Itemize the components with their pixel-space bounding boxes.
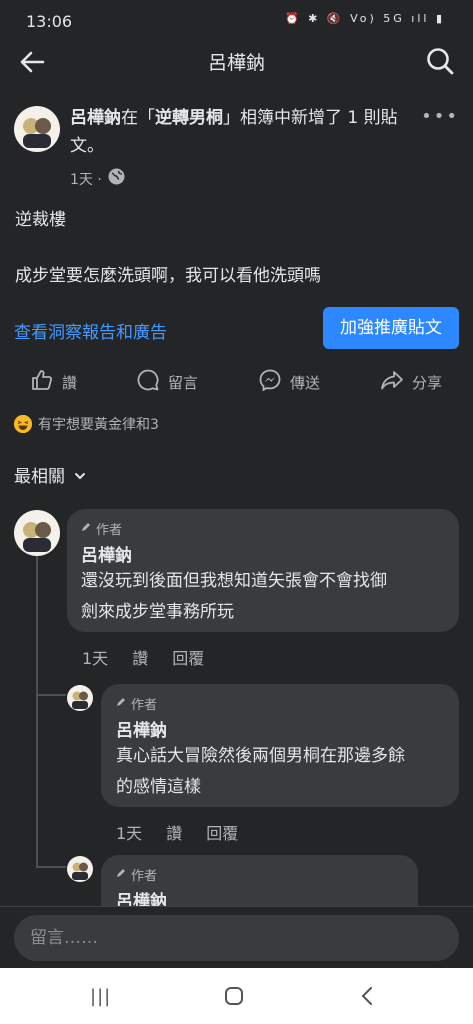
post-text-line-2: 成步堂要怎麼洗頭啊，我可以看他洗頭嗎 <box>15 266 321 286</box>
globe-icon <box>108 168 125 189</box>
author-badge: 作者 <box>115 865 157 884</box>
author-badge: 作者 <box>80 519 122 538</box>
reply-time: 1天 <box>116 824 143 843</box>
system-nav-bar: ||| <box>0 968 473 1024</box>
send-label: 傳送 <box>290 373 321 392</box>
share-arrow-icon <box>380 368 404 396</box>
comment-like-button[interactable]: 讚 <box>132 645 148 669</box>
thumbs-up-icon <box>30 368 54 396</box>
post-time: 1天 · <box>70 171 102 188</box>
author-badge-label: 作者 <box>131 698 158 713</box>
search-icon[interactable] <box>425 46 455 76</box>
reaction-names: 有宇想要黃金律和3 <box>38 417 159 433</box>
more-options-icon[interactable]: ••• <box>421 106 459 127</box>
post-in-text: 在「 <box>121 108 155 128</box>
comment-bubble: 作者 呂樺鈉 還沒玩到後面但我想知道矢張會不會找御 劍來成步堂事務所玩 <box>67 509 459 632</box>
messenger-icon <box>258 368 282 396</box>
post-text-line-1: 逆裁樓 <box>15 210 66 230</box>
status-bar: 13:06 ⏰ ✱ 🔇 Vo) 5G ıll ▮ <box>0 0 473 42</box>
comment-time: 1天 <box>82 649 109 668</box>
album-link[interactable]: 逆轉男桐 <box>155 108 223 128</box>
thread-line-branch <box>36 694 66 696</box>
like-button[interactable]: 讚 <box>30 368 77 396</box>
reply-text-line-2: 的感情這樣 <box>116 777 201 797</box>
share-label: 分享 <box>412 373 443 392</box>
reply-bubble: 作者 呂樺鈉 真心話大冒險然後兩個男桐在那邊多餘 的感情這樣 <box>101 684 459 807</box>
thread-line <box>36 556 38 694</box>
comment-text-line-1: 還沒玩到後面但我想知道矢張會不會找御 <box>81 571 387 591</box>
comment-input[interactable]: 留言…… <box>14 915 459 961</box>
comment-text-line-2: 劍來成步堂事務所玩 <box>81 602 234 622</box>
comment-bubble-icon <box>136 368 160 396</box>
post-author-name[interactable]: 呂樺鈉 <box>70 108 121 128</box>
sort-label: 最相關 <box>14 467 65 487</box>
pencil-icon <box>115 867 127 883</box>
reply-like-button[interactable]: 讚 <box>166 820 182 844</box>
author-badge: 作者 <box>115 694 157 713</box>
author-badge-label: 作者 <box>131 869 158 884</box>
thread-line <box>36 694 38 866</box>
reply-avatar[interactable] <box>67 856 93 882</box>
commenter-name[interactable]: 呂樺鈉 <box>81 541 132 566</box>
comment-sort-dropdown[interactable]: 最相關 <box>14 462 86 487</box>
reply-avatar[interactable] <box>67 685 93 711</box>
send-button[interactable]: 傳送 <box>258 368 320 396</box>
post-actions: 讚 留言 傳送 分享 <box>0 368 473 398</box>
comment-actions: 1天 讚 回覆 <box>82 645 204 669</box>
pencil-icon <box>80 521 92 537</box>
thread-line-branch <box>36 866 66 868</box>
insights-link[interactable]: 查看洞察報告和廣告 <box>14 318 167 343</box>
author-avatar[interactable] <box>14 106 60 152</box>
author-badge-label: 作者 <box>96 523 123 538</box>
reply-text-line-1: 真心話大冒險然後兩個男桐在那邊多餘 <box>116 746 405 766</box>
like-label: 讚 <box>62 373 78 392</box>
comment-button[interactable]: 留言 <box>136 368 198 396</box>
share-button[interactable]: 分享 <box>380 368 442 396</box>
comment-composer-bar: 留言…… <box>0 906 473 968</box>
reaction-summary[interactable]: 有宇想要黃金律和3 <box>14 414 159 434</box>
page-title: 呂樺鈉 <box>207 52 265 74</box>
pencil-icon <box>115 696 127 712</box>
reply-actions: 1天 讚 回覆 <box>116 820 238 844</box>
comment-label: 留言 <box>168 373 199 392</box>
haha-emoji-icon <box>14 415 32 433</box>
comment-reply-button[interactable]: 回覆 <box>172 645 204 669</box>
app-bar: 呂樺鈉 <box>0 42 473 82</box>
post-header-text: 呂樺鈉在「逆轉男桐」相簿中新增了 1 則貼文。 <box>70 104 430 160</box>
status-time: 13:06 <box>26 12 73 31</box>
reply-reply-button[interactable]: 回覆 <box>206 820 238 844</box>
status-icons: ⏰ ✱ 🔇 Vo) 5G ıll ▮ <box>284 12 445 25</box>
boost-post-button[interactable]: 加強推廣貼文 <box>323 307 459 349</box>
chevron-down-icon <box>74 467 86 487</box>
home-icon[interactable] <box>224 986 244 1011</box>
back-nav-icon[interactable] <box>360 986 374 1011</box>
recents-icon[interactable]: ||| <box>90 986 111 1007</box>
post-meta: 1天 · <box>70 168 125 189</box>
reply-commenter-name[interactable]: 呂樺鈉 <box>116 716 167 741</box>
commenter-avatar[interactable] <box>14 510 60 556</box>
